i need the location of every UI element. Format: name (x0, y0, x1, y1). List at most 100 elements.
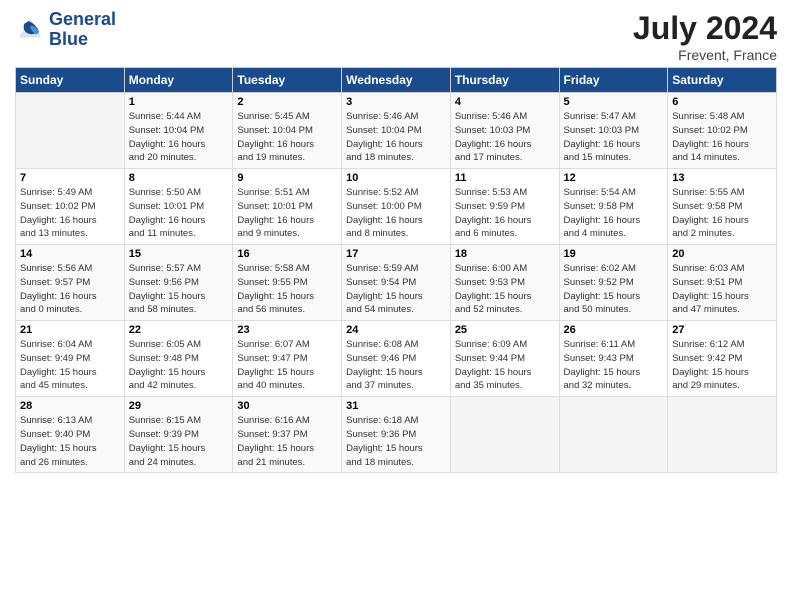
day-info: Sunrise: 6:13 AM Sunset: 9:40 PM Dayligh… (20, 414, 120, 469)
day-info: Sunrise: 5:47 AM Sunset: 10:03 PM Daylig… (564, 110, 664, 165)
week-row-4: 21 Sunrise: 6:04 AM Sunset: 9:49 PM Dayli… (16, 321, 777, 397)
day-info: Sunrise: 5:55 AM Sunset: 9:58 PM Dayligh… (672, 186, 772, 241)
weekday-header-tuesday: Tuesday (233, 68, 342, 93)
day-info: Sunrise: 6:00 AM Sunset: 9:53 PM Dayligh… (455, 262, 555, 317)
day-info: Sunrise: 5:58 AM Sunset: 9:55 PM Dayligh… (237, 262, 337, 317)
weekday-header-wednesday: Wednesday (342, 68, 451, 93)
weekday-header-sunday: Sunday (16, 68, 125, 93)
day-cell: 15 Sunrise: 5:57 AM Sunset: 9:56 PM Dayli… (124, 245, 233, 321)
week-row-1: 1 Sunrise: 5:44 AM Sunset: 10:04 PM Dayli… (16, 93, 777, 169)
day-cell: 2 Sunrise: 5:45 AM Sunset: 10:04 PM Dayli… (233, 93, 342, 169)
day-info: Sunrise: 6:15 AM Sunset: 9:39 PM Dayligh… (129, 414, 229, 469)
day-number: 7 (20, 172, 120, 184)
day-cell: 22 Sunrise: 6:05 AM Sunset: 9:48 PM Dayli… (124, 321, 233, 397)
day-cell: 23 Sunrise: 6:07 AM Sunset: 9:47 PM Dayli… (233, 321, 342, 397)
day-info: Sunrise: 5:59 AM Sunset: 9:54 PM Dayligh… (346, 262, 446, 317)
day-cell: 9 Sunrise: 5:51 AM Sunset: 10:01 PM Dayli… (233, 169, 342, 245)
day-info: Sunrise: 6:09 AM Sunset: 9:44 PM Dayligh… (455, 338, 555, 393)
weekday-header-saturday: Saturday (668, 68, 777, 93)
day-info: Sunrise: 6:05 AM Sunset: 9:48 PM Dayligh… (129, 338, 229, 393)
week-row-2: 7Sunrise: 5:49 AM Sunset: 10:02 PM Dayli… (16, 169, 777, 245)
weekday-header-thursday: Thursday (450, 68, 559, 93)
day-number: 13 (672, 172, 772, 184)
day-cell: 19 Sunrise: 6:02 AM Sunset: 9:52 PM Dayli… (559, 245, 668, 321)
day-number: 29 (129, 400, 229, 412)
day-number: 8 (129, 172, 229, 184)
day-cell: 26 Sunrise: 6:11 AM Sunset: 9:43 PM Dayli… (559, 321, 668, 397)
day-info: Sunrise: 5:52 AM Sunset: 10:00 PM Daylig… (346, 186, 446, 241)
header: General Blue July 2024 Frevent, France (15, 10, 777, 63)
day-cell (450, 397, 559, 473)
day-cell: 14 Sunrise: 5:56 AM Sunset: 9:57 PM Dayli… (16, 245, 125, 321)
day-number: 9 (237, 172, 337, 184)
day-cell: 29 Sunrise: 6:15 AM Sunset: 9:39 PM Dayli… (124, 397, 233, 473)
day-info: Sunrise: 5:45 AM Sunset: 10:04 PM Daylig… (237, 110, 337, 165)
day-info: Sunrise: 5:51 AM Sunset: 10:01 PM Daylig… (237, 186, 337, 241)
day-info: Sunrise: 6:02 AM Sunset: 9:52 PM Dayligh… (564, 262, 664, 317)
day-cell: 31Sunrise: 6:18 AM Sunset: 9:36 PM Dayli… (342, 397, 451, 473)
weekday-header-row: SundayMondayTuesdayWednesdayThursdayFrid… (16, 68, 777, 93)
day-info: Sunrise: 5:53 AM Sunset: 9:59 PM Dayligh… (455, 186, 555, 241)
day-number: 10 (346, 172, 446, 184)
day-cell: 12Sunrise: 5:54 AM Sunset: 9:58 PM Dayli… (559, 169, 668, 245)
week-row-3: 14 Sunrise: 5:56 AM Sunset: 9:57 PM Dayli… (16, 245, 777, 321)
day-cell: 17Sunrise: 5:59 AM Sunset: 9:54 PM Dayli… (342, 245, 451, 321)
day-cell: 20Sunrise: 6:03 AM Sunset: 9:51 PM Dayli… (668, 245, 777, 321)
day-number: 24 (346, 324, 446, 336)
day-info: Sunrise: 6:04 AM Sunset: 9:49 PM Dayligh… (20, 338, 120, 393)
day-cell: 3Sunrise: 5:46 AM Sunset: 10:04 PM Dayli… (342, 93, 451, 169)
day-number: 26 (564, 324, 664, 336)
day-number: 30 (237, 400, 337, 412)
day-number: 25 (455, 324, 555, 336)
day-cell: 30 Sunrise: 6:16 AM Sunset: 9:37 PM Dayli… (233, 397, 342, 473)
day-info: Sunrise: 6:07 AM Sunset: 9:47 PM Dayligh… (237, 338, 337, 393)
day-info: Sunrise: 5:56 AM Sunset: 9:57 PM Dayligh… (20, 262, 120, 317)
weekday-header-friday: Friday (559, 68, 668, 93)
day-info: Sunrise: 5:44 AM Sunset: 10:04 PM Daylig… (129, 110, 229, 165)
day-number: 27 (672, 324, 772, 336)
day-cell: 8 Sunrise: 5:50 AM Sunset: 10:01 PM Dayli… (124, 169, 233, 245)
day-info: Sunrise: 6:12 AM Sunset: 9:42 PM Dayligh… (672, 338, 772, 393)
day-cell: 27 Sunrise: 6:12 AM Sunset: 9:42 PM Dayli… (668, 321, 777, 397)
day-cell: 1 Sunrise: 5:44 AM Sunset: 10:04 PM Dayli… (124, 93, 233, 169)
logo-text: General Blue (49, 10, 116, 50)
day-info: Sunrise: 5:50 AM Sunset: 10:01 PM Daylig… (129, 186, 229, 241)
calendar-container: General Blue July 2024 Frevent, France S… (0, 0, 792, 483)
day-info: Sunrise: 6:11 AM Sunset: 9:43 PM Dayligh… (564, 338, 664, 393)
day-cell: 11Sunrise: 5:53 AM Sunset: 9:59 PM Dayli… (450, 169, 559, 245)
day-info: Sunrise: 5:57 AM Sunset: 9:56 PM Dayligh… (129, 262, 229, 317)
weekday-header-monday: Monday (124, 68, 233, 93)
day-number: 28 (20, 400, 120, 412)
title-block: July 2024 Frevent, France (633, 10, 777, 63)
day-number: 18 (455, 248, 555, 260)
logo-icon (15, 15, 45, 45)
day-cell: 6Sunrise: 5:48 AM Sunset: 10:02 PM Dayli… (668, 93, 777, 169)
day-cell: 28 Sunrise: 6:13 AM Sunset: 9:40 PM Dayli… (16, 397, 125, 473)
day-number: 1 (129, 96, 229, 108)
day-cell: 18 Sunrise: 6:00 AM Sunset: 9:53 PM Dayli… (450, 245, 559, 321)
day-info: Sunrise: 6:16 AM Sunset: 9:37 PM Dayligh… (237, 414, 337, 469)
day-number: 19 (564, 248, 664, 260)
location-title: Frevent, France (633, 47, 777, 63)
day-cell: 25 Sunrise: 6:09 AM Sunset: 9:44 PM Dayli… (450, 321, 559, 397)
day-cell: 5 Sunrise: 5:47 AM Sunset: 10:03 PM Dayli… (559, 93, 668, 169)
day-cell: 7Sunrise: 5:49 AM Sunset: 10:02 PM Dayli… (16, 169, 125, 245)
day-cell: 10 Sunrise: 5:52 AM Sunset: 10:00 PM Dayl… (342, 169, 451, 245)
day-number: 22 (129, 324, 229, 336)
day-number: 14 (20, 248, 120, 260)
logo-line1: General (49, 10, 116, 30)
month-title: July 2024 (633, 10, 777, 47)
day-number: 21 (20, 324, 120, 336)
day-cell (559, 397, 668, 473)
day-number: 2 (237, 96, 337, 108)
day-number: 23 (237, 324, 337, 336)
week-row-5: 28 Sunrise: 6:13 AM Sunset: 9:40 PM Dayli… (16, 397, 777, 473)
day-cell (668, 397, 777, 473)
day-number: 5 (564, 96, 664, 108)
day-number: 16 (237, 248, 337, 260)
day-number: 12 (564, 172, 664, 184)
calendar-table: SundayMondayTuesdayWednesdayThursdayFrid… (15, 67, 777, 473)
day-cell: 4Sunrise: 5:46 AM Sunset: 10:03 PM Dayli… (450, 93, 559, 169)
day-number: 15 (129, 248, 229, 260)
day-cell: 13 Sunrise: 5:55 AM Sunset: 9:58 PM Dayli… (668, 169, 777, 245)
